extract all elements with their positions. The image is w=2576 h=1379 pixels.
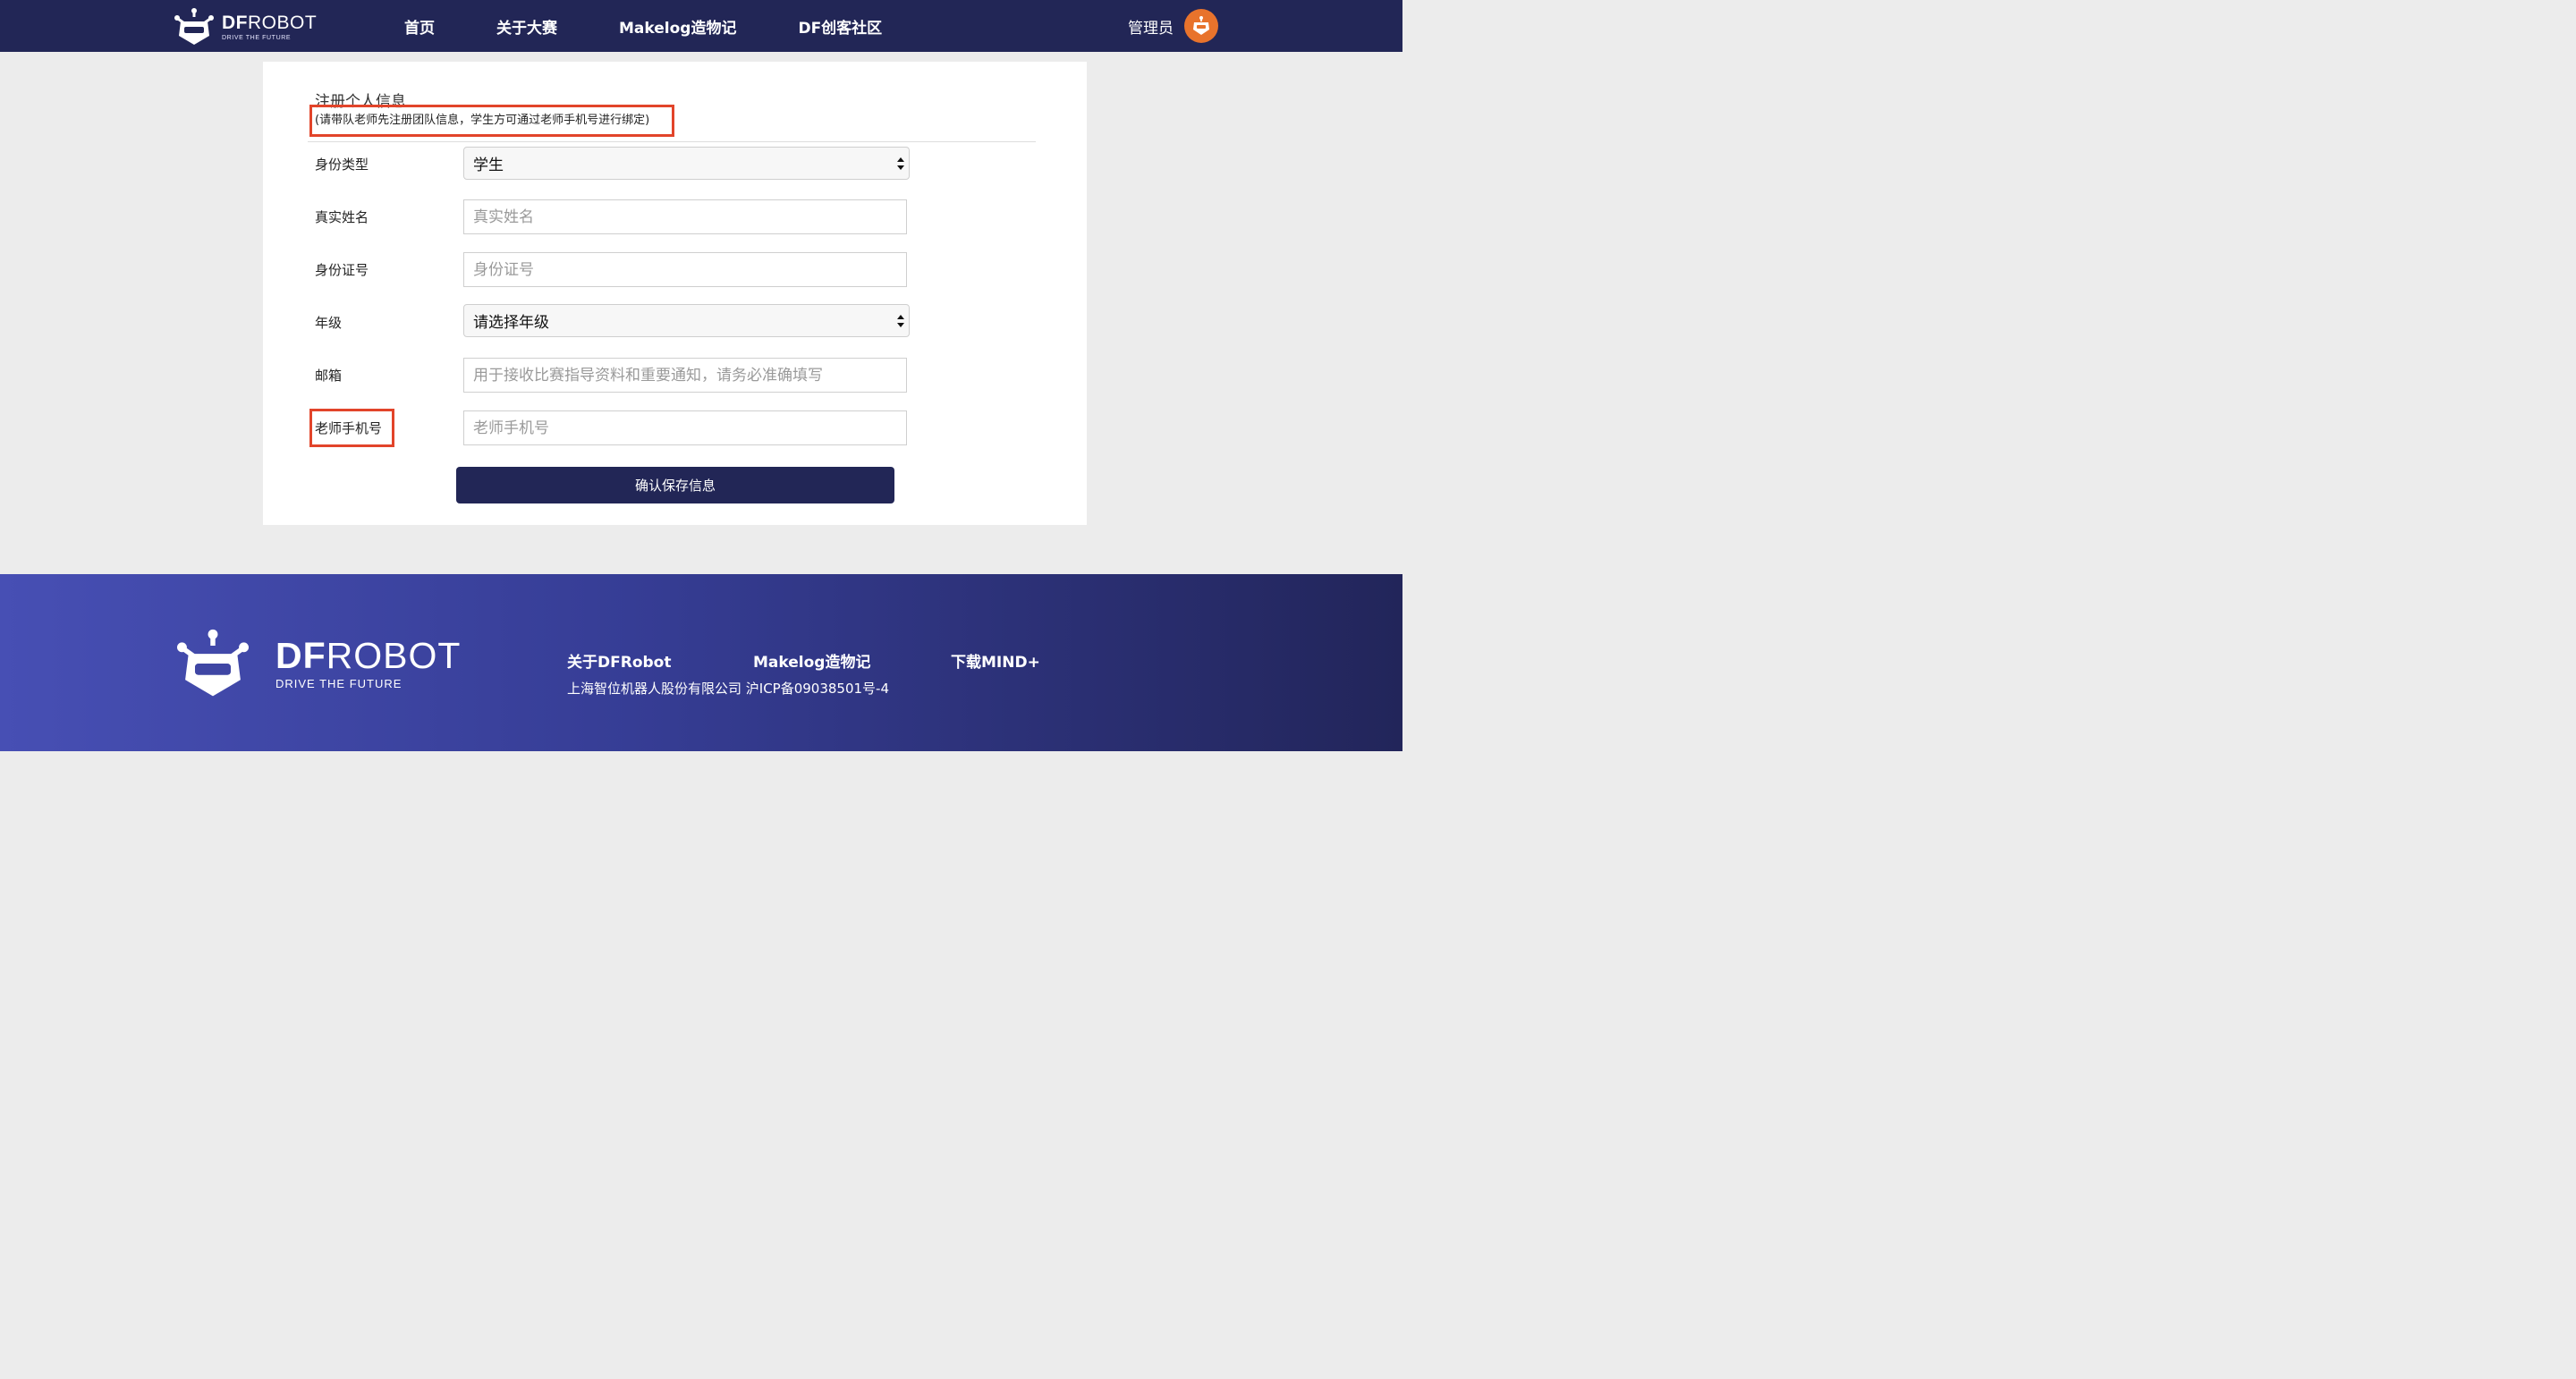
identity-type-select[interactable]: 学生 xyxy=(463,147,910,180)
nav-item-makelog[interactable]: Makelog造物记 xyxy=(619,15,736,38)
robot-logo-icon xyxy=(174,8,214,45)
grade-value: 请选择年级 xyxy=(473,314,549,332)
footer-link-about-dfrobot[interactable]: 关于DFRobot xyxy=(567,649,753,672)
register-card: 注册个人信息 (请带队老师先注册团队信息，学生方可通过老师手机号进行绑定) 身份… xyxy=(263,62,1087,525)
footer-logo-brand: DFROBOT xyxy=(275,635,462,676)
divider xyxy=(308,141,1036,142)
avatar[interactable] xyxy=(1184,9,1218,43)
footer: DFROBOT DRIVE THE FUTURE 关于DFRobot Makel… xyxy=(0,574,1402,751)
user-name[interactable]: 管理员 xyxy=(1128,15,1174,38)
footer-links: 关于DFRobot Makelog造物记 下载MIND+ xyxy=(567,649,1040,672)
identity-type-label: 身份类型 xyxy=(315,157,369,173)
select-arrows-icon xyxy=(897,315,904,327)
footer-logo-tagline: DRIVE THE FUTURE xyxy=(275,677,402,690)
teacher-phone-highlight-box xyxy=(309,409,394,447)
nav-item-about[interactable]: 关于大赛 xyxy=(496,15,557,38)
nav-item-home[interactable]: 首页 xyxy=(404,15,435,38)
email-input[interactable] xyxy=(463,358,907,393)
robot-avatar-icon xyxy=(1193,16,1209,35)
top-navbar: DFROBOT DRIVE THE FUTURE 首页 关于大赛 Makelog… xyxy=(0,0,1402,52)
footer-link-download-mind[interactable]: 下载MIND+ xyxy=(951,649,1040,672)
grade-label: 年级 xyxy=(315,315,343,331)
main-nav: 首页 关于大赛 Makelog造物记 DF创客社区 xyxy=(404,0,944,52)
footer-copyright: 上海智位机器人股份有限公司 沪ICP备09038501号-4 xyxy=(567,681,890,697)
grade-select[interactable]: 请选择年级 xyxy=(463,304,910,337)
identity-type-value: 学生 xyxy=(473,157,504,174)
select-arrows-icon xyxy=(897,157,904,170)
header-logo[interactable]: DFROBOT DRIVE THE FUTURE xyxy=(174,7,317,47)
real-name-input[interactable] xyxy=(463,199,907,234)
logo-tagline: DRIVE THE FUTURE xyxy=(222,34,292,41)
nav-item-community[interactable]: DF创客社区 xyxy=(798,15,882,38)
id-number-label: 身份证号 xyxy=(315,262,369,278)
robot-logo-icon xyxy=(177,629,249,697)
id-number-input[interactable] xyxy=(463,252,907,287)
save-info-button[interactable]: 确认保存信息 xyxy=(456,467,894,503)
footer-link-makelog[interactable]: Makelog造物记 xyxy=(753,649,951,672)
email-label: 邮箱 xyxy=(315,368,343,384)
footer-logo[interactable]: DFROBOT DRIVE THE FUTURE xyxy=(175,628,461,699)
user-menu[interactable]: 管理员 xyxy=(1128,9,1218,43)
notice-highlight-box xyxy=(309,105,674,137)
logo-brand: DFROBOT xyxy=(222,12,318,33)
real-name-label: 真实姓名 xyxy=(315,209,369,225)
teacher-phone-input[interactable] xyxy=(463,410,907,445)
